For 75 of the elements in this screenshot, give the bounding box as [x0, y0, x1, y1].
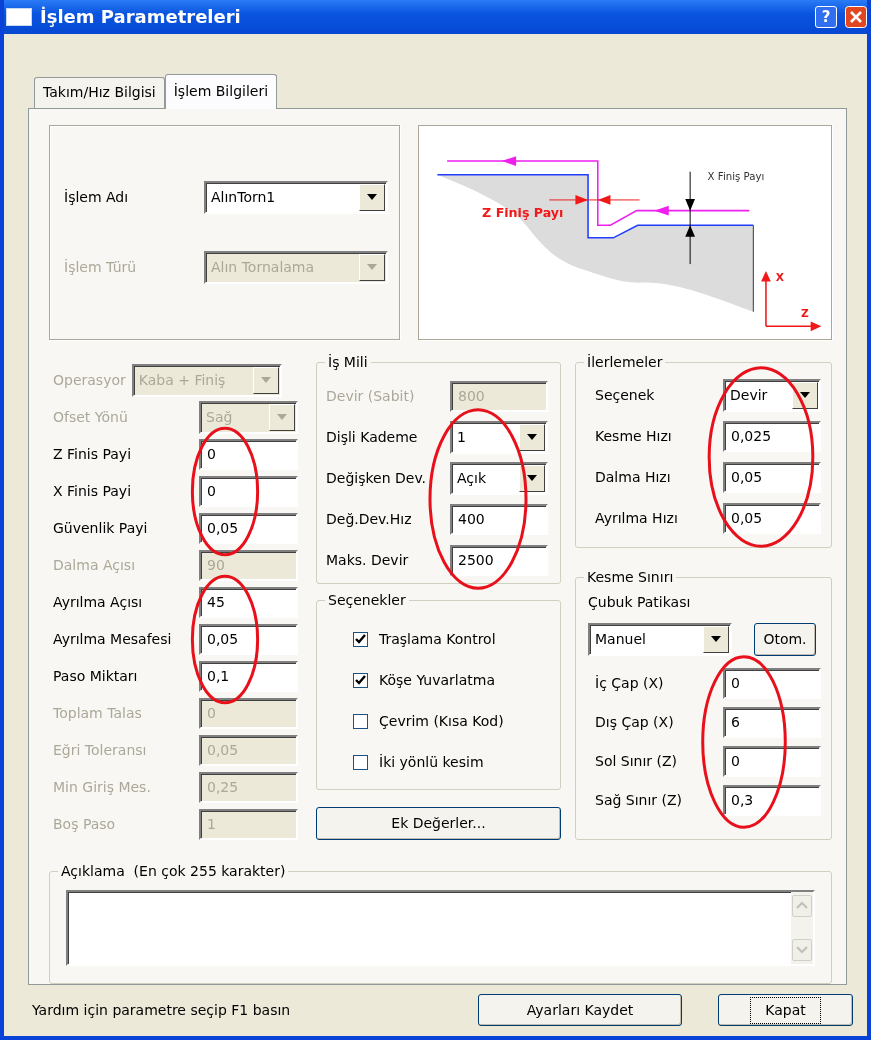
text-field[interactable]: 0	[199, 475, 298, 507]
field-label: Sol Sınır (Z)	[595, 751, 679, 771]
field-label: X Finis Payi	[53, 481, 133, 501]
help-button[interactable]: ?	[815, 5, 837, 28]
field-label: Devir (Sabit)	[326, 386, 416, 406]
dropdown[interactable]: Devir	[723, 378, 821, 412]
dropdown[interactable]: 1	[450, 420, 548, 454]
extra-values-button[interactable]: Ek Değerler...	[316, 806, 561, 840]
dialog-button[interactable]: Kapat	[718, 994, 853, 1027]
text-field[interactable]: 400	[450, 503, 548, 535]
axis-arrows	[761, 270, 822, 331]
checkbox[interactable]	[353, 631, 368, 647]
checkbox-label: İki yönlü kesim	[379, 752, 484, 772]
field-label: Z Finis Payi	[53, 444, 133, 464]
text-field[interactable]: 0,05	[723, 461, 821, 493]
checkbox[interactable]	[353, 754, 368, 770]
diagram-label: Z Finiş Payı	[482, 205, 564, 221]
field-label: Toplam Talas	[53, 703, 143, 723]
field-label: Dalma Açısı	[53, 555, 137, 575]
window-icon	[6, 7, 32, 26]
field-label: Ayrılma Mesafesi	[53, 629, 173, 649]
field-label: Maks. Devir	[326, 550, 410, 570]
status-text: Yardım için parametre seçip F1 basın	[32, 1000, 292, 1020]
field-label: Dalma Hızı	[595, 467, 672, 487]
close-icon[interactable]	[845, 5, 867, 28]
axis-label: Z	[800, 306, 809, 320]
field-label: Dış Çap (X)	[595, 712, 675, 732]
field-label: İşlem Türü	[64, 257, 138, 277]
field-label: Ayrılma Açısı	[53, 592, 144, 612]
dropdown[interactable]: Manuel	[588, 623, 732, 657]
field-label: Değ.Dev.Hız	[326, 509, 413, 529]
text-field[interactable]: 0	[199, 438, 298, 470]
field-label: Paso Miktarı	[53, 666, 139, 686]
tab[interactable]: Takım/Hız Bilgisi	[34, 76, 165, 108]
text-field[interactable]: 0,3	[723, 784, 821, 816]
dropdown[interactable]: Açık	[450, 461, 548, 495]
checkbox[interactable]	[353, 672, 368, 688]
field-label: Değişken Dev.	[326, 468, 428, 488]
checkbox[interactable]	[353, 713, 368, 729]
axis-label: X	[775, 270, 784, 284]
field-label: Ayrılma Hızı	[595, 508, 679, 528]
text-field[interactable]: 0,05	[723, 502, 821, 534]
text-field[interactable]: 0,025	[723, 420, 821, 452]
field-label: Seçenek	[595, 385, 656, 405]
dialog-button[interactable]: Ayarları Kaydet	[478, 994, 682, 1027]
field-label: Dişli Kademe	[326, 427, 419, 447]
field-label: Operasyor	[53, 370, 126, 390]
field-label: Sağ Sınır (Z)	[595, 790, 684, 810]
text-field[interactable]: 6	[723, 706, 821, 738]
diagram-label: X Finiş Payı	[707, 170, 765, 182]
field-label: Boş Paso	[53, 814, 117, 834]
description-field[interactable]	[66, 889, 815, 966]
field-label: Kesme Hızı	[595, 426, 673, 446]
window-title: İşlem Parametreleri	[40, 5, 242, 30]
checkbox-label: Çevrim (Kısa Kod)	[379, 711, 504, 731]
field-label: Ofset Yönü	[53, 407, 129, 427]
text-field[interactable]: 0	[723, 667, 821, 699]
text-field[interactable]: 45	[199, 586, 298, 618]
auto-button[interactable]: Otom.	[754, 623, 816, 657]
field-label: Min Giriş Mes.	[53, 777, 152, 797]
checkbox-label: Traşlama Kontrol	[379, 629, 496, 649]
checkbox-label: Köşe Yuvarlatma	[379, 670, 496, 690]
text-field[interactable]: 0	[723, 745, 821, 777]
dropdown[interactable]: AlınTorn1	[204, 180, 388, 214]
field-label: İşlem Adı	[64, 187, 130, 207]
text-field[interactable]: 0,05	[199, 512, 298, 544]
field-label: Güvenlik Payi	[53, 518, 149, 538]
field-label: Çubuk Patikası	[588, 592, 692, 612]
field-label: Eğri Toleransı	[53, 740, 148, 760]
group-title: İş Mili	[325, 352, 371, 371]
text-field[interactable]: 0,05	[199, 623, 298, 655]
tab[interactable]: İşlem Bilgileri	[164, 73, 278, 109]
field-label: İç Çap (X)	[595, 673, 665, 693]
text-field[interactable]: 0,1	[199, 660, 298, 692]
text-field[interactable]: 2500	[450, 544, 548, 576]
